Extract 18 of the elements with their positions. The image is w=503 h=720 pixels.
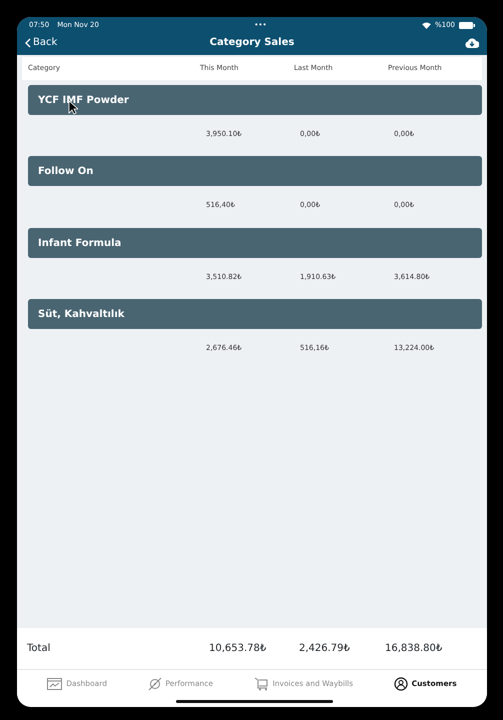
cart-icon (254, 677, 269, 691)
category-header: Süt, Kahvaltılık (28, 299, 482, 329)
total-value: 2,426.79₺ (299, 642, 351, 656)
wifi-icon (422, 22, 431, 28)
total-value: 16,838.80₺ (385, 642, 444, 656)
back-button[interactable]: Back (25, 35, 210, 50)
cloud-download-icon[interactable] (465, 37, 479, 48)
user-circle-icon (394, 677, 408, 691)
compass-icon (148, 677, 162, 691)
chevron-left-icon (25, 38, 31, 48)
total-label: Total (27, 642, 52, 656)
category-header: Infant Formula (28, 228, 482, 258)
category-header: Follow On (28, 156, 482, 186)
battery-icon (459, 22, 475, 28)
total-value: 10,653.78₺ (209, 642, 268, 656)
page-title: Category Sales (210, 36, 294, 50)
chart-icon (47, 678, 62, 690)
category-header: YCF IMF Powder (28, 84, 482, 114)
